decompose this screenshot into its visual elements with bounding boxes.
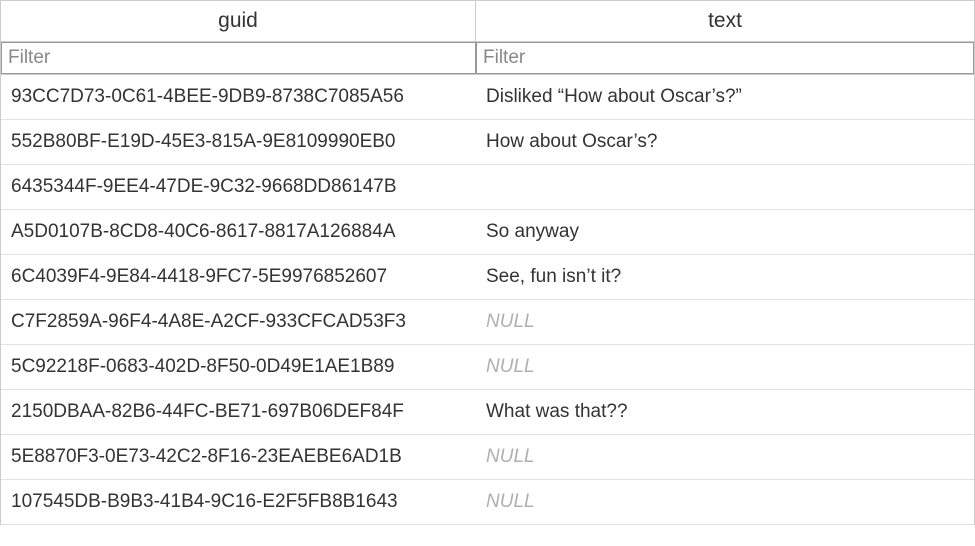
table-header-row: guid text <box>1 1 974 42</box>
table-row[interactable]: A5D0107B-8CD8-40C6-8617-8817A126884ASo a… <box>1 210 974 255</box>
null-indicator: NULL <box>486 446 535 467</box>
cell-text: How about Oscar’s? <box>476 120 974 164</box>
cell-guid: 5C92218F-0683-402D-8F50-0D49E1AE1B89 <box>1 345 476 389</box>
null-indicator: NULL <box>486 311 535 332</box>
column-header-text[interactable]: text <box>476 1 974 41</box>
column-header-guid[interactable]: guid <box>1 1 476 41</box>
filter-cell-text <box>476 42 974 74</box>
filter-cell-guid <box>1 42 476 74</box>
cell-text: So anyway <box>476 210 974 254</box>
table-row[interactable]: C7F2859A-96F4-4A8E-A2CF-933CFCAD53F3 NULL <box>1 300 974 345</box>
null-indicator: NULL <box>486 491 535 512</box>
table-row[interactable]: 552B80BF-E19D-45E3-815A-9E8109990EB0How … <box>1 120 974 165</box>
cell-guid: 5E8870F3-0E73-42C2-8F16-23EAEBE6AD1B <box>1 435 476 479</box>
cell-text: See, fun isn’t it? <box>476 255 974 299</box>
cell-text: Disliked “How about Oscar’s?” <box>476 75 974 119</box>
table-row[interactable]: 93CC7D73-0C61-4BEE-9DB9-8738C7085A56Disl… <box>1 75 974 120</box>
cell-text: NULL <box>476 345 974 389</box>
cell-text: What was that?? <box>476 390 974 434</box>
null-indicator: NULL <box>486 356 535 377</box>
table-row[interactable]: 6435344F-9EE4-47DE-9C32-9668DD86147B <box>1 165 974 210</box>
cell-guid: 107545DB-B9B3-41B4-9C16-E2F5FB8B1643 <box>1 480 476 524</box>
cell-guid: 6435344F-9EE4-47DE-9C32-9668DD86147B <box>1 165 476 209</box>
cell-guid: A5D0107B-8CD8-40C6-8617-8817A126884A <box>1 210 476 254</box>
data-table: guid text 93CC7D73-0C61-4BEE-9DB9-8738C7… <box>0 0 975 525</box>
cell-text: NULL <box>476 480 974 524</box>
table-row[interactable]: 2150DBAA-82B6-44FC-BE71-697B06DEF84FWhat… <box>1 390 974 435</box>
filter-input-guid[interactable] <box>1 42 476 74</box>
filter-input-text[interactable] <box>476 42 974 74</box>
cell-text: NULL <box>476 300 974 344</box>
cell-guid: 552B80BF-E19D-45E3-815A-9E8109990EB0 <box>1 120 476 164</box>
table-filter-row <box>1 42 974 75</box>
cell-text <box>476 165 974 209</box>
cell-guid: C7F2859A-96F4-4A8E-A2CF-933CFCAD53F3 <box>1 300 476 344</box>
cell-guid: 6C4039F4-9E84-4418-9FC7-5E9976852607 <box>1 255 476 299</box>
table-body: 93CC7D73-0C61-4BEE-9DB9-8738C7085A56Disl… <box>1 75 974 525</box>
table-row[interactable]: 6C4039F4-9E84-4418-9FC7-5E9976852607See,… <box>1 255 974 300</box>
table-row[interactable]: 107545DB-B9B3-41B4-9C16-E2F5FB8B1643 NULL <box>1 480 974 525</box>
table-row[interactable]: 5E8870F3-0E73-42C2-8F16-23EAEBE6AD1B NULL <box>1 435 974 480</box>
table-row[interactable]: 5C92218F-0683-402D-8F50-0D49E1AE1B89 NULL <box>1 345 974 390</box>
cell-guid: 93CC7D73-0C61-4BEE-9DB9-8738C7085A56 <box>1 75 476 119</box>
cell-guid: 2150DBAA-82B6-44FC-BE71-697B06DEF84F <box>1 390 476 434</box>
cell-text: NULL <box>476 435 974 479</box>
